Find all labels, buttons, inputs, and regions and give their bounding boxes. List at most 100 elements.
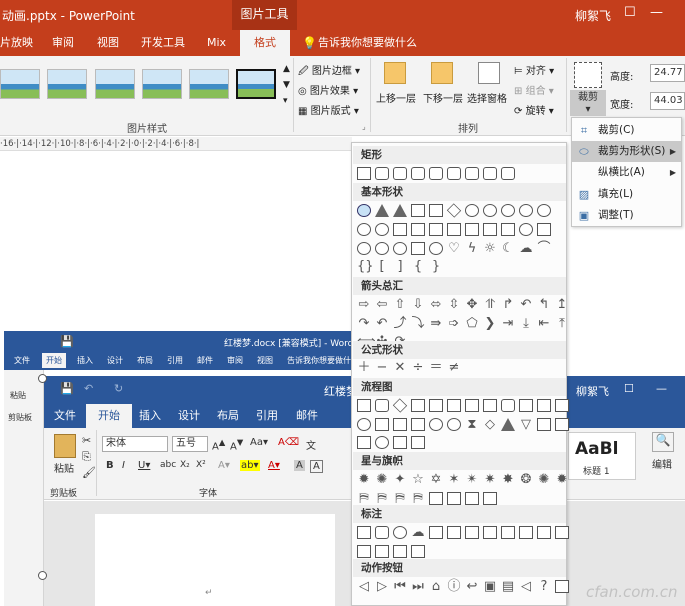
phonetic-icon[interactable]: 文	[306, 437, 316, 452]
left-arrow-callout-icon[interactable]: ⇤	[537, 317, 551, 330]
accent-callout-icon[interactable]	[375, 545, 389, 558]
oval-callout-icon[interactable]	[393, 526, 407, 539]
flowchart-process-icon[interactable]	[357, 399, 371, 412]
align-button[interactable]: ⊨ 对齐 ▾	[514, 62, 554, 77]
diamond-icon[interactable]	[446, 203, 462, 218]
flowchart-sequential-access-icon[interactable]	[357, 436, 371, 449]
up-arrow-icon[interactable]: ⇧	[393, 298, 407, 311]
l-shape-icon[interactable]	[447, 223, 461, 236]
diagonal-stripe-icon[interactable]	[465, 223, 479, 236]
flowchart-connector-icon[interactable]	[357, 418, 371, 431]
minimize-icon[interactable]: —	[656, 382, 667, 395]
flowchart-magnetic-disk-icon[interactable]	[375, 436, 389, 449]
word-back-paste-button[interactable]: 粘贴	[10, 390, 26, 401]
star-6-icon[interactable]: ✡	[429, 473, 443, 486]
line-callout-icon[interactable]	[447, 526, 461, 539]
horizontal-ruler[interactable]: ·16·|·14·|·12·|·10·|·8·|·6·|·4·|·2·|·0·|…	[0, 137, 352, 151]
paste-button[interactable]: 粘贴	[54, 460, 74, 475]
editing-button[interactable]: 编辑	[652, 456, 672, 471]
picture-style-1[interactable]	[0, 69, 40, 99]
vertical-scroll-icon[interactable]	[429, 492, 443, 505]
u-turn-arrow-icon[interactable]: ↶	[519, 298, 533, 311]
notched-right-arrow-icon[interactable]: ➩	[447, 317, 461, 330]
round-rectangle-icon[interactable]	[465, 167, 479, 180]
share-icon[interactable]: ☐	[624, 382, 634, 395]
flowchart-or-icon[interactable]	[447, 418, 461, 431]
rounded-callout-icon[interactable]	[375, 526, 389, 539]
chord-icon[interactable]	[375, 223, 389, 236]
double-wave-icon[interactable]	[483, 492, 497, 505]
star-7-icon[interactable]: ✶	[447, 473, 461, 486]
gallery-up-icon[interactable]: ▲	[283, 64, 290, 74]
teardrop-icon[interactable]	[393, 223, 407, 236]
word-back-tab-mailings[interactable]: 邮件	[197, 355, 213, 366]
share-icon[interactable]: ☐	[624, 5, 636, 20]
strikethrough-icon[interactable]: abc	[160, 460, 176, 470]
word-back-tab-design[interactable]: 设计	[107, 355, 123, 366]
star-24-icon[interactable]: ✺	[537, 473, 551, 486]
folded-corner-icon[interactable]	[411, 242, 425, 255]
flowchart-internal-storage-icon[interactable]	[447, 399, 461, 412]
menu-item-aspect-ratio[interactable]: 纵横比(A) ▶	[572, 162, 681, 183]
flowchart-terminator-icon[interactable]	[501, 399, 515, 412]
right-bracket-icon[interactable]: ]	[393, 260, 407, 273]
left-bracket-icon[interactable]: [	[375, 260, 389, 273]
divide-icon[interactable]: ÷	[411, 361, 425, 374]
star-16-icon[interactable]: ❂	[519, 473, 533, 486]
accent-callout-icon[interactable]	[393, 545, 407, 558]
ribbon-up-icon[interactable]: ⛿	[357, 492, 371, 505]
pie-icon[interactable]	[357, 223, 371, 236]
accent-callout-icon[interactable]	[411, 545, 425, 558]
multiply-icon[interactable]: ✕	[393, 361, 407, 374]
explosion-icon[interactable]: ✺	[375, 473, 389, 486]
flowchart-manual-operation-icon[interactable]	[555, 399, 569, 412]
up-arrow-callout-icon[interactable]: ⤒	[555, 317, 569, 330]
send-backward-button[interactable]: 下移一层	[423, 90, 463, 105]
flowchart-merge-icon[interactable]: ▽	[519, 418, 533, 431]
word-front-user-name[interactable]: 柳絮飞	[576, 383, 609, 399]
word-back-tab-layout[interactable]: 布局	[137, 355, 153, 366]
flowchart-decision-icon[interactable]	[392, 398, 408, 413]
word-tab-home[interactable]: 开始	[86, 404, 132, 428]
flowchart-direct-access-icon[interactable]	[393, 436, 407, 449]
subscript-icon[interactable]: X₂	[180, 460, 190, 470]
line-callout-icon[interactable]	[519, 526, 533, 539]
double-bracket-icon[interactable]: {}	[357, 260, 374, 273]
char-shading-icon[interactable]: A	[294, 460, 305, 471]
bring-forward-button[interactable]: 上移一层	[376, 90, 416, 105]
font-name-select[interactable]: 宋体	[102, 436, 168, 452]
line-callout-icon[interactable]	[465, 526, 479, 539]
flowchart-punched-tape-icon[interactable]	[411, 418, 425, 431]
flowchart-offpage-icon[interactable]	[375, 418, 389, 431]
action-beginning-icon[interactable]: ⏮	[393, 580, 407, 593]
word-back-tab-view[interactable]: 视图	[257, 355, 273, 366]
menu-item-fill[interactable]: ▨ 填充(L)	[572, 184, 681, 205]
tab-mix[interactable]: Mix	[207, 30, 226, 56]
word-tab-file[interactable]: 文件	[54, 404, 76, 428]
heart-icon[interactable]: ♡	[447, 242, 461, 255]
word-back-tab-file[interactable]: 文件	[14, 355, 30, 366]
action-home-icon[interactable]: ⌂	[429, 580, 443, 593]
picture-style-3[interactable]	[95, 69, 135, 99]
flowchart-manual-input-icon[interactable]	[537, 399, 551, 412]
menu-item-fit[interactable]: ▣ 调整(T)	[572, 205, 681, 226]
striped-right-arrow-icon[interactable]: ⇛	[429, 317, 443, 330]
heptagon-icon[interactable]	[501, 204, 515, 217]
left-right-arrow-icon[interactable]: ⬄	[429, 298, 443, 311]
cloud-icon[interactable]: ☁	[519, 242, 533, 255]
picture-layout-button[interactable]: ▦ 图片版式 ▾	[298, 102, 359, 117]
height-input[interactable]: 24.77	[650, 64, 685, 82]
flowchart-card-icon[interactable]	[393, 418, 407, 431]
underline-icon[interactable]: U▾	[138, 460, 150, 471]
rounded-rectangle-icon[interactable]	[375, 167, 389, 180]
up-down-arrow-icon[interactable]: ⇳	[447, 298, 461, 311]
can-icon[interactable]	[519, 223, 533, 236]
grow-font-icon[interactable]: A▲	[212, 437, 225, 452]
flowchart-delay-icon[interactable]	[555, 418, 569, 431]
quad-arrow-icon[interactable]: ✥	[465, 298, 479, 311]
snip-rectangle-icon[interactable]	[429, 167, 443, 180]
slide-canvas[interactable]	[0, 152, 352, 331]
tab-developer[interactable]: 开发工具	[141, 30, 185, 56]
cloud-callout-icon[interactable]: ☁	[411, 526, 425, 539]
tab-format[interactable]: 格式	[240, 30, 290, 56]
